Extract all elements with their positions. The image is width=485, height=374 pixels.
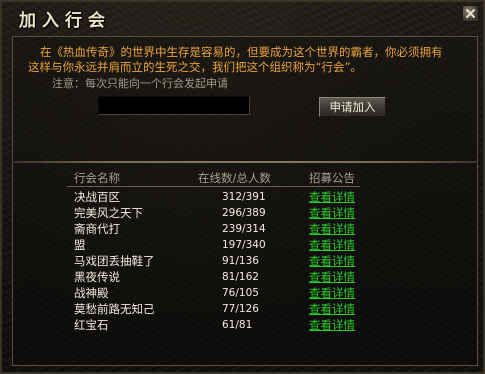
- header-guild-name: 行会名称: [74, 171, 120, 185]
- apply-join-button[interactable]: 申请加入: [319, 97, 386, 117]
- guild-member-count: 296/389: [222, 207, 266, 219]
- guild-name: 马戏团丢抽鞋了: [74, 254, 155, 268]
- guild-member-count: 76/105: [222, 287, 259, 299]
- join-guild-window: 加入行会 在《热血传奇》的世界中生存是容易的，但要成为这个世界的霸者，你必须拥有…: [0, 0, 485, 374]
- header-underline: [67, 186, 360, 187]
- guild-name: 莫愁前路无知己: [74, 302, 155, 316]
- view-details-link[interactable]: 查看详情: [309, 238, 355, 253]
- view-details-link[interactable]: 查看详情: [309, 286, 355, 301]
- guild-name: 完美风之天下: [74, 206, 143, 220]
- guild-member-count: 77/126: [222, 303, 259, 315]
- guild-name: 盟: [74, 238, 86, 252]
- close-button[interactable]: [462, 5, 479, 22]
- guild-name: 战神殿: [74, 286, 109, 300]
- window-title: 加入行会: [19, 11, 111, 31]
- header-member-count: 在线数/总人数: [198, 171, 271, 185]
- guild-row[interactable]: 红宝石 61/81 查看详情: [62, 318, 362, 333]
- guild-name: 决战百区: [74, 190, 120, 204]
- guild-member-count: 312/391: [222, 191, 266, 203]
- guild-row[interactable]: 马戏团丢抽鞋了 91/136 查看详情: [62, 254, 362, 269]
- view-details-link[interactable]: 查看详情: [309, 190, 355, 205]
- guild-name: 红宝石: [74, 318, 109, 332]
- view-details-link[interactable]: 查看详情: [309, 318, 355, 333]
- guild-member-count: 81/162: [222, 271, 259, 283]
- close-icon: [466, 9, 475, 18]
- guild-row[interactable]: 莫愁前路无知己 77/126 查看详情: [62, 302, 362, 317]
- title-bar[interactable]: 加入行会: [2, 2, 485, 32]
- intro-text: 在《热血传奇》的世界中生存是容易的，但要成为这个世界的霸者，你必须拥有这样与你永…: [28, 45, 443, 74]
- guild-member-count: 197/340: [222, 239, 266, 251]
- guild-member-count: 239/314: [222, 223, 266, 235]
- guild-row[interactable]: 盟 197/340 查看详情: [62, 238, 362, 253]
- view-details-link[interactable]: 查看详情: [309, 254, 355, 269]
- guild-row[interactable]: 战神殿 76/105 查看详情: [62, 286, 362, 301]
- guild-member-count: 61/81: [222, 319, 253, 331]
- guild-name-input[interactable]: [98, 96, 250, 115]
- application-note: 注意：每次只能向一个行会发起申请: [52, 77, 228, 90]
- section-divider: [12, 161, 478, 163]
- header-recruit-notice: 招募公告: [309, 171, 355, 185]
- guild-name: 黑夜传说: [74, 270, 120, 284]
- view-details-link[interactable]: 查看详情: [309, 206, 355, 221]
- view-details-link[interactable]: 查看详情: [309, 222, 355, 237]
- guild-row[interactable]: 黑夜传说 81/162 查看详情: [62, 270, 362, 285]
- view-details-link[interactable]: 查看详情: [309, 302, 355, 317]
- view-details-link[interactable]: 查看详情: [309, 270, 355, 285]
- guild-row[interactable]: 完美风之天下 296/389 查看详情: [62, 206, 362, 221]
- guild-row[interactable]: 斋商代打 239/314 查看详情: [62, 222, 362, 237]
- guild-name: 斋商代打: [74, 222, 120, 236]
- guild-row[interactable]: 决战百区 312/391 查看详情: [62, 190, 362, 205]
- guild-member-count: 91/136: [222, 255, 259, 267]
